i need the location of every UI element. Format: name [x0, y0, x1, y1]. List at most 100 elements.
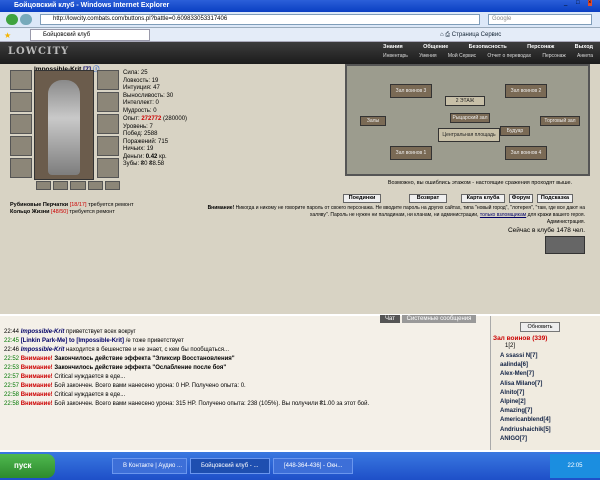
boots-slot[interactable] — [97, 158, 119, 178]
start-button[interactable]: пуск — [0, 454, 55, 478]
subnav-skills[interactable]: Умения — [419, 53, 436, 61]
chat-line: 22:58 Внимание! Бой закончен. Всего вами… — [4, 401, 370, 407]
money-value: 0.42 — [145, 153, 158, 160]
map-room-trade[interactable]: Торговый зал — [540, 116, 580, 126]
warrior-entry[interactable]: A ssassi N[7] — [500, 352, 551, 361]
repair-notice-gloves: Рубиновые Перчатки [18/17] требуется рем… — [10, 202, 134, 208]
ie-command-bar: ⌂ ⎙ Страница Сервис — [440, 29, 501, 41]
warning-tail: для кражи вашего героя. — [527, 212, 585, 218]
club-map-button[interactable]: Карта клуба — [461, 194, 505, 203]
tab-system-messages[interactable]: Системные сообщения — [401, 315, 477, 323]
leggings-slot[interactable] — [97, 136, 119, 156]
home-icon[interactable]: ⌂ — [440, 32, 444, 38]
shield-slot[interactable] — [97, 114, 119, 134]
warning-link[interactable]: только взломщикам — [480, 212, 526, 218]
nav-social[interactable]: Общение — [423, 44, 448, 52]
nav-character[interactable]: Персонаж — [527, 44, 554, 52]
map-room-warriors-2[interactable]: Зал воинов 2 — [505, 84, 547, 98]
warrior-entry[interactable]: Alpine[2] — [500, 398, 551, 407]
map-floor-2[interactable]: 2 ЭТАЖ — [445, 96, 485, 106]
warrior-entry[interactable]: Andriushaichik[5] — [500, 426, 551, 435]
weapon-slot[interactable] — [10, 114, 32, 134]
service-menu[interactable]: Сервис — [481, 32, 502, 38]
warrior-entry[interactable]: Alisa Milano[7] — [500, 380, 551, 389]
earrings-slot[interactable] — [97, 70, 119, 90]
refresh-button[interactable]: Обновить — [520, 322, 560, 332]
warning-signature: Администрация. — [546, 219, 585, 225]
forum-button[interactable]: Форум — [509, 194, 533, 203]
hint-button[interactable]: Подсказка — [537, 194, 573, 203]
tab-combats[interactable]: Бойцовский клуб — [30, 29, 150, 41]
nav-knowledge[interactable]: Знания — [383, 44, 403, 52]
warrior-entry[interactable]: Amazing[7] — [500, 407, 551, 416]
warriors-pages[interactable]: 1[2] — [505, 343, 515, 349]
subnav-character[interactable]: Персонаж — [542, 53, 565, 61]
return-button[interactable]: Возврат — [409, 194, 447, 203]
helmet-slot[interactable] — [10, 70, 32, 90]
ring-slot[interactable] — [104, 181, 121, 190]
page-menu[interactable]: Страница — [452, 32, 479, 38]
map-central-square[interactable]: Центральная площадь — [438, 128, 500, 142]
subnav-inventory[interactable]: Инвентарь — [383, 53, 408, 61]
stat-wisdom: Мудрость: 0 — [123, 107, 157, 114]
map-room-warriors-1[interactable]: Зал воинов 1 — [390, 146, 432, 160]
warrior-entry[interactable]: Americanblend[4] — [500, 416, 551, 425]
amulet-slot[interactable] — [10, 92, 32, 112]
favorites-star-icon[interactable]: ★ — [4, 31, 11, 40]
map-room-knights[interactable]: Рыцарский зал — [450, 113, 490, 123]
ring-slot[interactable] — [36, 181, 52, 190]
task-chat-window[interactable]: [448-364-436] - Окн... — [273, 458, 353, 474]
tab-chat[interactable]: Чат — [380, 315, 400, 323]
ring-slot[interactable] — [70, 181, 86, 190]
nav-exit[interactable]: Выход — [575, 44, 593, 52]
task-combats[interactable]: Бойцовский клуб - ... — [190, 458, 270, 474]
subnav-service[interactable]: Мой Сервис — [448, 53, 476, 61]
warrior-entry[interactable]: Alex-Men[7] — [500, 370, 551, 379]
level-row: Уровень: 7 — [123, 123, 153, 130]
game-logo: LOWCITY — [8, 46, 70, 57]
maximize-button[interactable]: □ — [576, 0, 580, 6]
experience-row: Опыт: 272772 (280000) — [123, 116, 188, 122]
minimize-button[interactable]: _ — [564, 0, 567, 6]
window-title: Бойцовский клуб - Windows Internet Explo… — [0, 0, 600, 12]
search-input[interactable]: Google — [488, 14, 592, 25]
subnav-profile[interactable]: Анкета — [577, 53, 593, 61]
chat-line: 22:46 Impossible-Krit находится в бешенс… — [4, 347, 230, 353]
armor-slot[interactable] — [10, 136, 32, 156]
ring-slot[interactable] — [53, 181, 69, 190]
back-icon[interactable] — [6, 14, 18, 25]
experience-next: (280000) — [163, 116, 188, 122]
warrior-entry[interactable]: aalinda[6] — [500, 361, 551, 370]
stat-intellect: Интеллект: 0 — [123, 100, 159, 106]
close-button[interactable]: × — [588, 0, 592, 6]
ring-slot[interactable] — [87, 181, 103, 190]
floor-notice: Возможно, вы ошиблись этажом - настоящие… — [387, 180, 573, 186]
warrior-entry[interactable]: Alnito[7] — [500, 389, 551, 398]
map-room-warriors-3[interactable]: Зал воинов 3 — [390, 84, 432, 98]
subnav-transfers[interactable]: Отчет о переводах — [487, 53, 531, 61]
warrior-entry[interactable]: ANIGO[7] — [500, 435, 551, 444]
online-count: Сейчас в клубе 1478 чел. — [507, 227, 585, 234]
security-warning: Внимание! Никогда и никому не говорите п… — [205, 205, 585, 226]
duels-button[interactable]: Поединки — [343, 194, 381, 203]
repair-notice-ring: Кольцо Жизни [48/50] требуется ремонт — [10, 209, 115, 215]
repair-notices: Рубиновые Перчатки [18/17] требуется рем… — [10, 202, 133, 216]
map-room-boudoir[interactable]: Будуар — [500, 126, 530, 136]
chat-line: 22:53 Внимание! Закончилось действие эфф… — [4, 365, 227, 371]
map-room-warriors-4[interactable]: Зал воинов 4 — [505, 146, 547, 160]
chat-line: 22:44 Impossible-Krit приветствует всех … — [4, 329, 136, 335]
map-room-halls[interactable]: Залы — [360, 116, 386, 126]
experience-value: 272772 — [141, 116, 162, 122]
address-input[interactable]: http://lowcity.combats.com/buttons.pl?ba… — [40, 14, 480, 25]
gloves-slot[interactable] — [97, 92, 119, 112]
stat-agility: Ловкость: 19 — [123, 77, 159, 84]
nav-security[interactable]: Безопасность — [469, 44, 507, 52]
chat-line: 22:45 [Linkin Park-Me] to [Impossible-Kr… — [4, 338, 184, 344]
forward-icon[interactable] — [20, 14, 32, 25]
chat-line: 22:57 Внимание! Critical нуждается в еде… — [4, 374, 126, 380]
counter-badge — [545, 236, 585, 254]
game-subnav: Инвентарь Умения Мой Сервис Отчет о пере… — [383, 53, 593, 61]
print-icon[interactable]: ⎙ — [445, 32, 450, 38]
belt-slot[interactable] — [10, 158, 32, 178]
task-vkontakte[interactable]: В Контакте | Аудио ... — [112, 458, 187, 474]
